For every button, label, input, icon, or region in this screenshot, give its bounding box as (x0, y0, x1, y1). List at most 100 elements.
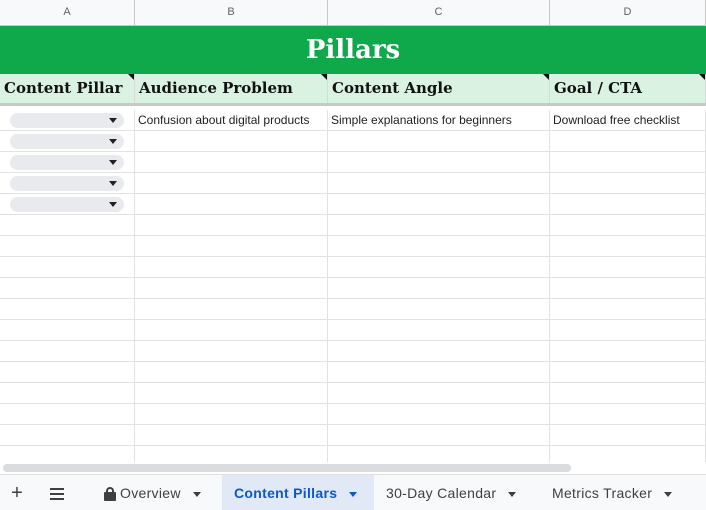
cell[interactable] (550, 278, 706, 298)
pillar-dropdown[interactable] (10, 155, 124, 170)
content-angle-cell[interactable] (328, 152, 550, 172)
goal-cta-cell[interactable] (550, 131, 706, 151)
cell[interactable] (135, 425, 328, 445)
audience-problem-cell[interactable] (135, 131, 328, 151)
pillar-dropdown[interactable] (10, 197, 124, 212)
header-content-angle[interactable]: Content Angle (328, 74, 550, 103)
plus-icon[interactable]: + (6, 475, 28, 510)
cell[interactable] (0, 446, 135, 462)
header-goal-cta[interactable]: Goal / CTA (550, 74, 706, 103)
horizontal-scrollbar[interactable] (0, 462, 706, 474)
column-header-b[interactable]: B (135, 0, 328, 25)
goal-cta-cell[interactable] (550, 194, 706, 214)
cell[interactable] (550, 320, 706, 340)
content-angle-cell[interactable] (328, 131, 550, 151)
cell[interactable] (550, 257, 706, 277)
cell[interactable] (328, 299, 550, 319)
content-angle-cell[interactable]: Simple explanations for beginners (328, 110, 550, 130)
cell[interactable] (550, 362, 706, 382)
audience-problem-cell[interactable]: Confusion about digital products (135, 110, 328, 130)
note-indicator-icon (699, 74, 705, 80)
content-angle-cell[interactable] (328, 194, 550, 214)
cell[interactable] (550, 299, 706, 319)
spreadsheet-grid[interactable]: A B C D Pillars Content Pillar Audience … (0, 0, 706, 462)
cell[interactable] (550, 215, 706, 235)
cell[interactable] (550, 404, 706, 424)
cell[interactable] (135, 320, 328, 340)
cell[interactable] (328, 320, 550, 340)
cell[interactable] (328, 341, 550, 361)
cell[interactable] (328, 278, 550, 298)
column-header-c[interactable]: C (328, 0, 550, 25)
cell[interactable] (328, 215, 550, 235)
chevron-down-icon[interactable] (192, 491, 201, 497)
cell[interactable] (135, 257, 328, 277)
pillar-cell[interactable] (0, 152, 135, 172)
pillar-dropdown[interactable] (10, 113, 124, 128)
pillar-dropdown[interactable] (10, 134, 124, 149)
cell[interactable] (0, 215, 135, 235)
scrollbar-thumb[interactable] (3, 464, 571, 472)
cell[interactable] (550, 446, 706, 462)
cell[interactable] (328, 404, 550, 424)
cell[interactable] (0, 425, 135, 445)
pillar-cell[interactable] (0, 173, 135, 193)
cell[interactable] (550, 383, 706, 403)
cell[interactable] (328, 446, 550, 462)
cell[interactable] (135, 383, 328, 403)
audience-problem-cell[interactable] (135, 194, 328, 214)
table-header-row: Content Pillar Audience Problem Content … (0, 74, 706, 106)
cell[interactable] (0, 404, 135, 424)
cell[interactable] (135, 278, 328, 298)
pillar-cell[interactable] (0, 131, 135, 151)
cell[interactable] (135, 299, 328, 319)
cell[interactable] (135, 236, 328, 256)
chevron-down-icon[interactable] (508, 491, 517, 497)
tab-metrics-tracker[interactable]: Metrics Tracker (540, 475, 706, 510)
header-audience-problem[interactable]: Audience Problem (135, 74, 328, 103)
pillar-cell[interactable] (0, 110, 135, 130)
cell[interactable] (135, 341, 328, 361)
chevron-down-icon[interactable] (349, 491, 358, 497)
column-header-a[interactable]: A (0, 0, 135, 25)
pillar-dropdown[interactable] (10, 176, 124, 191)
cell[interactable] (0, 278, 135, 298)
chevron-down-icon[interactable] (664, 491, 673, 497)
hamburger-icon[interactable] (46, 475, 68, 510)
cell[interactable] (0, 236, 135, 256)
cell[interactable] (550, 236, 706, 256)
cell[interactable] (328, 362, 550, 382)
audience-problem-cell[interactable] (135, 173, 328, 193)
cell[interactable] (328, 425, 550, 445)
cell[interactable] (328, 383, 550, 403)
goal-cta-cell[interactable]: Download free checklist (550, 110, 706, 130)
header-content-pillar[interactable]: Content Pillar (0, 74, 135, 103)
goal-cta-cell[interactable] (550, 152, 706, 172)
tab-content-pillars[interactable]: Content Pillars (222, 475, 374, 510)
tab-30-day-calendar[interactable]: 30-Day Calendar (374, 475, 540, 510)
cell[interactable] (0, 257, 135, 277)
cell[interactable] (328, 236, 550, 256)
cell[interactable] (135, 404, 328, 424)
table-row (0, 404, 706, 425)
audience-problem-cell[interactable] (135, 152, 328, 172)
cell[interactable] (0, 320, 135, 340)
cell[interactable] (0, 341, 135, 361)
cell[interactable] (550, 341, 706, 361)
pillar-cell[interactable] (0, 194, 135, 214)
column-header-d[interactable]: D (550, 0, 706, 25)
title-cell[interactable]: Pillars (0, 26, 706, 74)
cell[interactable] (0, 299, 135, 319)
cell[interactable] (135, 215, 328, 235)
cell[interactable] (0, 362, 135, 382)
tab-overview[interactable]: Overview (92, 475, 222, 510)
cell[interactable] (0, 383, 135, 403)
content-angle-cell[interactable] (328, 173, 550, 193)
table-row (0, 446, 706, 462)
cell[interactable] (328, 257, 550, 277)
goal-cta-cell[interactable] (550, 173, 706, 193)
cell[interactable] (135, 362, 328, 382)
cell[interactable] (550, 425, 706, 445)
cell[interactable] (135, 446, 328, 462)
note-indicator-icon (321, 74, 327, 80)
